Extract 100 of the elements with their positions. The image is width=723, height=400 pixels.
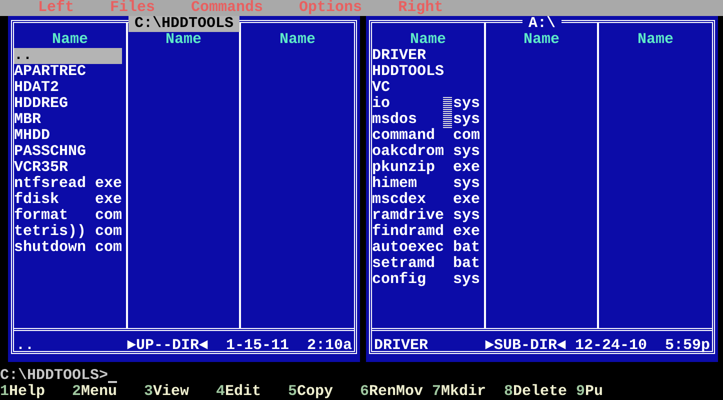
column-heading: Name <box>408 32 447 48</box>
file-extension: sys <box>453 176 480 192</box>
file-extension: exe <box>453 192 480 208</box>
key-number: 5 <box>288 384 298 400</box>
file-name: mscdex <box>372 192 428 208</box>
column-heading: Name <box>278 32 316 48</box>
file-item[interactable]: HDAT2 <box>14 80 122 96</box>
key-number: 1 <box>0 384 10 400</box>
file-name: DRIVER <box>374 338 430 354</box>
file-name: findramd <box>372 224 444 240</box>
file-item[interactable]: oakcdrom sys <box>372 144 480 160</box>
text-cursor <box>108 381 118 383</box>
file-extension: com <box>453 128 480 144</box>
file-name: PASSCHNG <box>14 144 86 160</box>
key-number: 2 <box>72 384 82 400</box>
key-label: Menu <box>81 384 118 400</box>
file-extension: bat <box>453 256 480 272</box>
file-item[interactable]: shutdown com <box>14 240 122 256</box>
key-label: View <box>153 384 190 400</box>
file-date: 12-24-10 <box>575 338 647 354</box>
file-name: himem <box>372 176 418 192</box>
function-key[interactable]: 9Pu <box>576 384 648 400</box>
file-name: APARTREC <box>14 64 86 80</box>
key-number: 7 <box>432 384 442 400</box>
key-number: 6 <box>360 384 370 400</box>
file-name: MBR <box>14 112 42 128</box>
panel-title: C:\HDDTOOLS <box>128 16 240 32</box>
function-key[interactable]: 8Delete <box>504 384 576 400</box>
file-extension: sys <box>453 144 480 160</box>
column-heading: Name <box>164 32 202 48</box>
file-item[interactable]: DRIVER <box>372 48 480 64</box>
file-extension: sys <box>453 208 480 224</box>
key-label: Edit <box>225 384 262 400</box>
function-key[interactable]: 1Help <box>0 384 72 400</box>
key-label: Delete <box>513 384 568 400</box>
function-key[interactable]: 6RenMov <box>360 384 432 400</box>
file-item[interactable]: ntfsread exe <box>14 176 122 192</box>
file-item[interactable]: MBR <box>14 112 122 128</box>
key-number: 4 <box>216 384 226 400</box>
file-name: oakcdrom <box>372 144 444 160</box>
key-label: Help <box>9 384 46 400</box>
file-extension: exe <box>453 224 480 240</box>
file-item[interactable]: HDDTOOLS <box>372 64 480 80</box>
file-item[interactable]: HDDREG <box>14 96 122 112</box>
file-name: MHDD <box>14 128 52 144</box>
file-name: shutdown <box>14 240 86 256</box>
file-name: io <box>372 96 392 112</box>
file-item[interactable]: ramdrive sys <box>372 208 480 224</box>
file-item[interactable]: findramd exe <box>372 224 480 240</box>
column-heading: Name <box>522 32 560 48</box>
file-item[interactable]: VCR35R <box>14 160 122 176</box>
file-name: HDDREG <box>14 96 70 112</box>
file-name: DRIVER <box>372 48 428 64</box>
file-item[interactable]: mscdex exe <box>372 192 480 208</box>
file-name: .. <box>14 48 34 64</box>
file-extension: com <box>95 240 122 256</box>
key-number: 9 <box>576 384 586 400</box>
file-name: VC <box>372 80 392 96</box>
file-item[interactable]: io sys <box>372 96 480 112</box>
file-extension: sys <box>453 96 480 112</box>
file-extension: sys <box>453 112 480 128</box>
file-item[interactable]: autoexec bat <box>372 240 480 256</box>
key-label: RenMov <box>369 384 424 400</box>
function-key[interactable]: 3View <box>144 384 216 400</box>
key-label: Pu <box>585 384 604 400</box>
file-item[interactable]: command com <box>372 128 480 144</box>
file-time: 2:10a <box>306 338 352 354</box>
file-name: setramd <box>372 256 436 272</box>
file-name: ntfsread <box>14 176 86 192</box>
file-name: config <box>372 272 428 288</box>
file-item[interactable]: .. <box>14 48 122 64</box>
file-item[interactable]: PASSCHNG <box>14 144 122 160</box>
file-item[interactable]: tetris)) com <box>14 224 122 240</box>
function-key[interactable]: 7Mkdir <box>432 384 504 400</box>
file-item[interactable]: APARTREC <box>14 64 122 80</box>
command-prompt[interactable]: C:\HDDTOOLS> <box>0 368 108 384</box>
column-heading: Name <box>636 32 674 48</box>
file-item[interactable]: setramd bat <box>372 256 480 272</box>
file-item[interactable]: msdos sys <box>372 112 480 128</box>
key-number: 3 <box>144 384 154 400</box>
file-name: msdos <box>372 112 418 128</box>
function-key[interactable]: 5Copy <box>288 384 360 400</box>
file-item[interactable]: config sys <box>372 272 480 288</box>
file-name: .. <box>16 338 36 354</box>
file-time: 5:59p <box>664 338 710 354</box>
key-label: Copy <box>297 384 334 400</box>
column-heading: Name <box>50 32 89 48</box>
file-name: ramdrive <box>372 208 444 224</box>
file-item[interactable]: fdisk exe <box>14 192 122 208</box>
function-key[interactable]: 4Edit <box>216 384 288 400</box>
file-name: autoexec <box>372 240 444 256</box>
file-item[interactable]: pkunzip exe <box>372 160 480 176</box>
key-label: Mkdir <box>441 384 486 400</box>
file-name: VCR35R <box>14 160 68 176</box>
file-extension: com <box>95 208 122 224</box>
file-item[interactable]: VC <box>372 80 480 96</box>
file-item[interactable]: himem sys <box>372 176 480 192</box>
file-item[interactable]: format com <box>14 208 122 224</box>
function-key[interactable]: 2Menu <box>72 384 144 400</box>
file-item[interactable]: MHDD <box>14 128 122 144</box>
